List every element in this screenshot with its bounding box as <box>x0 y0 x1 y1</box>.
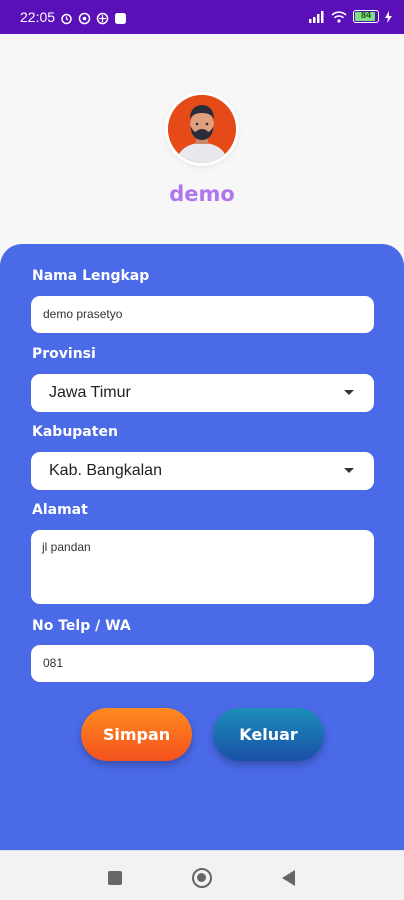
name-label: Nama Lengkap <box>32 268 150 284</box>
profile-username: demo <box>169 182 235 206</box>
wifi-icon <box>331 10 347 23</box>
back-icon[interactable] <box>282 870 295 886</box>
alarm-icon <box>61 13 72 24</box>
regency-label: Kabupaten <box>32 424 118 440</box>
save-button[interactable]: Simpan <box>81 708 192 761</box>
system-icons: 84 <box>309 10 392 23</box>
regency-select[interactable]: Kab. Bangkalan <box>31 452 374 490</box>
app-icon <box>115 12 126 24</box>
chevron-down-icon <box>344 468 354 473</box>
address-label: Alamat <box>32 502 88 518</box>
whatsapp-icon <box>78 12 91 24</box>
status-time: 22:05 <box>20 9 56 25</box>
province-label: Provinsi <box>32 346 96 362</box>
chevron-down-icon <box>344 390 354 395</box>
navigation-bar <box>0 850 404 900</box>
signal-icon <box>309 10 324 23</box>
recents-icon[interactable] <box>108 871 122 885</box>
phone-label: No Telp / WA <box>32 618 131 634</box>
battery-icon: 84 <box>353 10 379 23</box>
phone-input[interactable]: 081 <box>31 645 374 682</box>
battery-level: 84 <box>360 10 371 20</box>
province-select[interactable]: Jawa Timur <box>31 374 374 412</box>
province-selected-value: Jawa Timur <box>49 384 131 401</box>
location-icon <box>96 12 109 24</box>
person-avatar-icon[interactable] <box>168 95 236 163</box>
regency-selected-value: Kab. Bangkalan <box>49 462 162 479</box>
name-input[interactable]: demo prasetyo <box>31 296 374 333</box>
exit-button[interactable]: Keluar <box>213 708 324 761</box>
notification-icons <box>60 11 127 25</box>
address-textarea[interactable]: jl pandan <box>31 530 374 604</box>
status-bar: 22:05 84 <box>0 0 404 34</box>
charging-icon <box>385 10 392 23</box>
home-icon[interactable] <box>192 868 212 888</box>
